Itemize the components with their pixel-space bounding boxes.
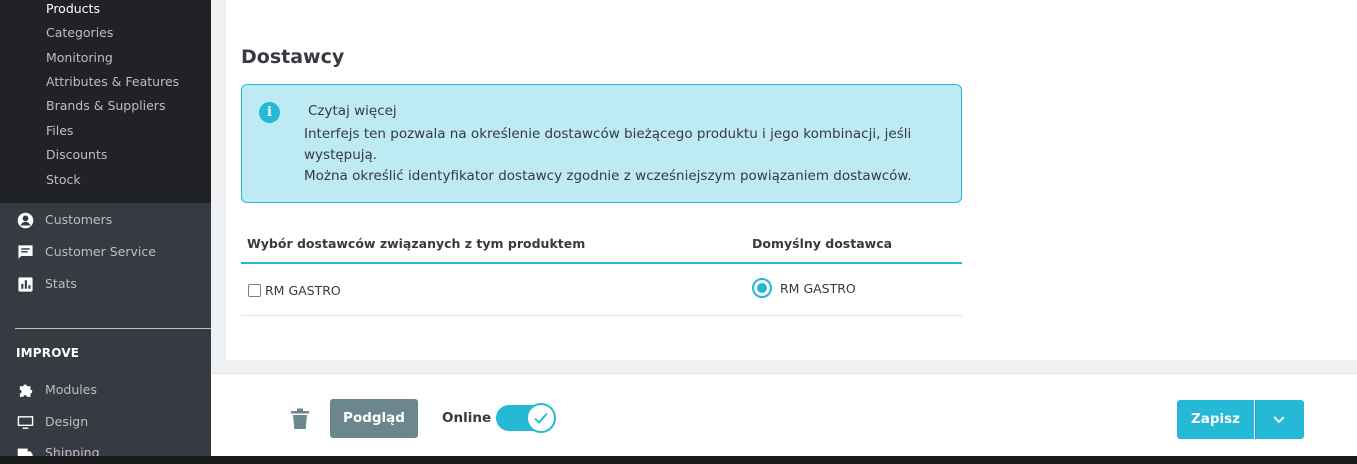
sidebar-section-title: IMPROVE <box>16 346 80 360</box>
catalog-submenu: Products Categories Monitoring Attribute… <box>0 0 211 203</box>
sidebar-item-customer-service[interactable]: Customer Service <box>0 238 211 266</box>
bar-chart-icon <box>18 277 33 292</box>
chevron-down-icon <box>1273 416 1285 424</box>
sidebar-item-design[interactable]: Design <box>0 408 211 436</box>
online-label: Online <box>442 410 492 426</box>
trash-icon[interactable] <box>290 408 310 430</box>
info-alert: i Czytaj więcej Interfejs ten pozwala na… <box>241 84 962 203</box>
sidebar-item-label: Stats <box>45 276 77 291</box>
monitor-icon <box>17 416 34 429</box>
submenu-item-attributes-features[interactable]: Attributes & Features <box>46 74 179 89</box>
default-supplier-name[interactable]: RM GASTRO <box>780 281 856 296</box>
table-row-rule <box>241 315 962 316</box>
column-header-select-suppliers: Wybór dostawców związanych z tym produkt… <box>247 236 586 251</box>
submenu-item-files[interactable]: Files <box>46 123 73 138</box>
default-supplier-radio[interactable] <box>752 278 772 298</box>
column-header-default-supplier: Domyślny dostawca <box>752 236 893 251</box>
check-icon <box>534 412 548 424</box>
save-options-dropdown[interactable] <box>1255 400 1304 439</box>
info-icon: i <box>259 102 280 123</box>
sidebar-item-modules[interactable]: Modules <box>0 376 211 404</box>
window-bottom-edge <box>0 456 1357 464</box>
alert-title[interactable]: Czytaj więcej <box>308 103 397 119</box>
sidebar-divider <box>15 328 211 329</box>
save-button[interactable]: Zapisz <box>1177 400 1254 439</box>
submenu-item-products[interactable]: Products <box>46 1 100 16</box>
alert-line-2: Można określić identyfikator dostawcy zg… <box>304 168 912 184</box>
submenu-item-monitoring[interactable]: Monitoring <box>46 50 113 65</box>
supplier-name[interactable]: RM GASTRO <box>265 283 341 298</box>
sidebar-item-label: Customer Service <box>45 244 156 259</box>
table-header-rule <box>241 262 962 264</box>
sidebar-item-stats[interactable]: Stats <box>0 270 211 298</box>
preview-button[interactable]: Podgląd <box>330 399 418 438</box>
submenu-item-discounts[interactable]: Discounts <box>46 147 107 162</box>
alert-line-1: Interfejs ten pozwala na określenie dost… <box>304 126 912 163</box>
sidebar-item-label: Customers <box>45 212 113 227</box>
alert-body: Interfejs ten pozwala na określenie dost… <box>304 124 934 187</box>
submenu-item-stock[interactable]: Stock <box>46 172 81 187</box>
page-title: Dostawcy <box>241 46 345 68</box>
supplier-checkbox[interactable] <box>248 284 261 297</box>
user-circle-icon <box>17 212 34 229</box>
online-toggle[interactable] <box>496 403 558 433</box>
submenu-item-brands-suppliers[interactable]: Brands & Suppliers <box>46 98 165 113</box>
sidebar: Products Categories Monitoring Attribute… <box>0 0 211 464</box>
submenu-item-categories[interactable]: Categories <box>46 25 113 40</box>
sidebar-item-customers[interactable]: Customers <box>0 206 211 234</box>
sidebar-item-label: Design <box>45 414 89 429</box>
puzzle-icon <box>19 384 33 397</box>
chat-icon <box>18 245 33 259</box>
sidebar-item-label: Modules <box>45 382 97 397</box>
toggle-knob <box>526 403 556 433</box>
